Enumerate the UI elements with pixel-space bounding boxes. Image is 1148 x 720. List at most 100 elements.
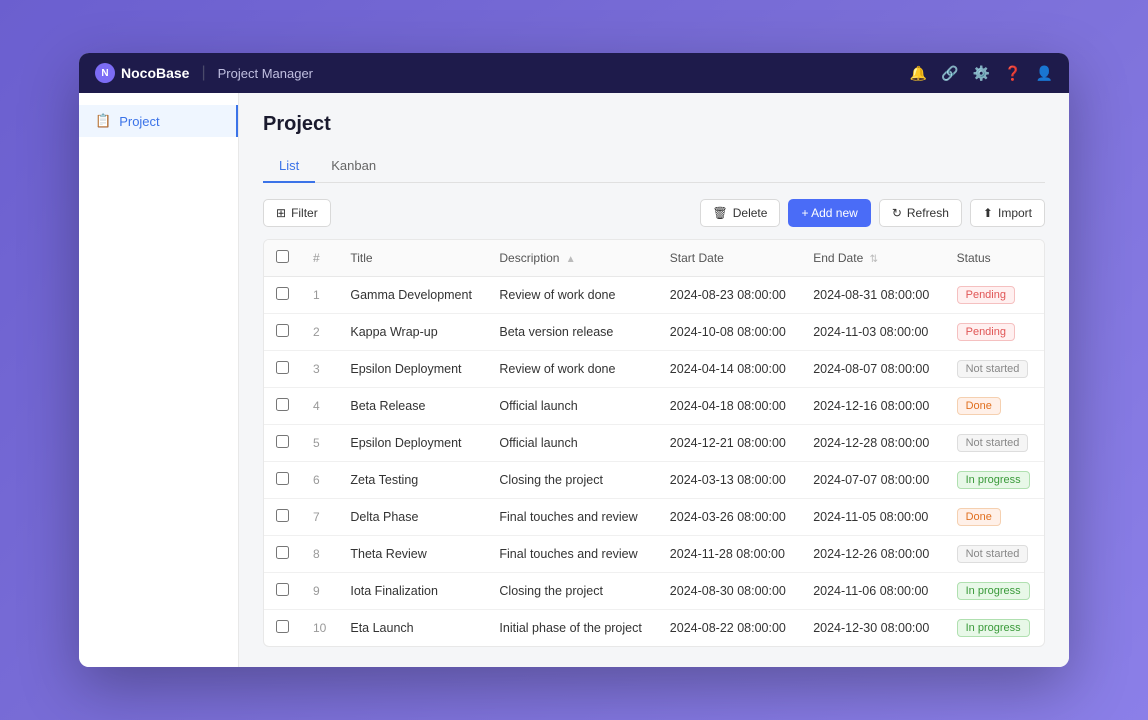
row-end-date: 2024-07-07 08:00:00 bbox=[801, 462, 944, 499]
row-checkbox[interactable] bbox=[276, 620, 289, 633]
row-description: Final touches and review bbox=[487, 536, 657, 573]
row-description: Initial phase of the project bbox=[487, 610, 657, 647]
row-start-date: 2024-12-21 08:00:00 bbox=[658, 425, 801, 462]
row-checkbox-cell bbox=[264, 536, 301, 573]
row-number: 4 bbox=[301, 388, 338, 425]
row-status: In progress bbox=[945, 462, 1044, 499]
table-row: 2 Kappa Wrap-up Beta version release 202… bbox=[264, 314, 1044, 351]
tab-list[interactable]: List bbox=[263, 150, 315, 183]
row-checkbox[interactable] bbox=[276, 287, 289, 300]
row-number: 7 bbox=[301, 499, 338, 536]
main-layout: 📋 Project Project List Kanban ⊞ Filter bbox=[79, 93, 1069, 667]
refresh-label: Refresh bbox=[907, 206, 949, 220]
add-new-button[interactable]: + Add new bbox=[788, 199, 870, 227]
app-name: Project Manager bbox=[218, 66, 313, 81]
row-start-date: 2024-04-14 08:00:00 bbox=[658, 351, 801, 388]
row-checkbox-cell bbox=[264, 277, 301, 314]
row-end-date: 2024-08-31 08:00:00 bbox=[801, 277, 944, 314]
row-checkbox-cell bbox=[264, 388, 301, 425]
row-checkbox[interactable] bbox=[276, 509, 289, 522]
row-checkbox[interactable] bbox=[276, 361, 289, 374]
toolbar: ⊞ Filter 🗑 Delete + Add new ↻ Refresh bbox=[263, 199, 1045, 227]
delete-icon: 🗑 bbox=[713, 206, 728, 220]
import-label: Import bbox=[998, 206, 1032, 220]
bell-icon[interactable]: 🔔 bbox=[910, 65, 927, 82]
project-icon: 📋 bbox=[95, 113, 111, 129]
status-badge: In progress bbox=[957, 582, 1030, 600]
import-button[interactable]: ⬆ Import bbox=[970, 199, 1045, 227]
table-row: 8 Theta Review Final touches and review … bbox=[264, 536, 1044, 573]
row-checkbox[interactable] bbox=[276, 472, 289, 485]
sidebar: 📋 Project bbox=[79, 93, 239, 667]
row-start-date: 2024-08-22 08:00:00 bbox=[658, 610, 801, 647]
header-end-date[interactable]: End Date ⇅ bbox=[801, 240, 944, 277]
delete-label: Delete bbox=[733, 206, 768, 220]
row-start-date: 2024-04-18 08:00:00 bbox=[658, 388, 801, 425]
row-end-date: 2024-12-28 08:00:00 bbox=[801, 425, 944, 462]
row-status: Done bbox=[945, 499, 1044, 536]
header-description[interactable]: Description ▲ bbox=[487, 240, 657, 277]
sidebar-item-label: Project bbox=[119, 114, 159, 129]
refresh-button[interactable]: ↻ Refresh bbox=[879, 199, 962, 227]
row-checkbox[interactable] bbox=[276, 398, 289, 411]
row-number: 9 bbox=[301, 573, 338, 610]
help-icon[interactable]: ❓ bbox=[1004, 65, 1021, 82]
row-start-date: 2024-08-30 08:00:00 bbox=[658, 573, 801, 610]
sort-icon: ▲ bbox=[566, 254, 576, 265]
table-row: 3 Epsilon Deployment Review of work done… bbox=[264, 351, 1044, 388]
row-title: Beta Release bbox=[338, 388, 487, 425]
settings-icon[interactable]: ⚙️ bbox=[973, 65, 990, 82]
row-checkbox-cell bbox=[264, 610, 301, 647]
table-header-row: # Title Description ▲ Start Date End Dat… bbox=[264, 240, 1044, 277]
row-status: Not started bbox=[945, 536, 1044, 573]
row-description: Official launch bbox=[487, 388, 657, 425]
delete-button[interactable]: 🗑 Delete bbox=[700, 199, 781, 227]
row-title: Epsilon Deployment bbox=[338, 425, 487, 462]
row-title: Gamma Development bbox=[338, 277, 487, 314]
row-title: Iota Finalization bbox=[338, 573, 487, 610]
table-row: 1 Gamma Development Review of work done … bbox=[264, 277, 1044, 314]
status-badge: Not started bbox=[957, 434, 1029, 452]
status-badge: Pending bbox=[957, 286, 1015, 304]
row-status: Pending bbox=[945, 314, 1044, 351]
row-end-date: 2024-12-26 08:00:00 bbox=[801, 536, 944, 573]
header-title: Title bbox=[338, 240, 487, 277]
row-checkbox-cell bbox=[264, 573, 301, 610]
link-icon[interactable]: 🔗 bbox=[941, 65, 958, 82]
row-start-date: 2024-11-28 08:00:00 bbox=[658, 536, 801, 573]
select-all-checkbox[interactable] bbox=[276, 250, 289, 263]
row-checkbox[interactable] bbox=[276, 546, 289, 559]
row-number: 5 bbox=[301, 425, 338, 462]
user-icon[interactable]: 👤 bbox=[1036, 65, 1053, 82]
row-end-date: 2024-08-07 08:00:00 bbox=[801, 351, 944, 388]
table-row: 5 Epsilon Deployment Official launch 202… bbox=[264, 425, 1044, 462]
row-title: Theta Review bbox=[338, 536, 487, 573]
row-title: Eta Launch bbox=[338, 610, 487, 647]
row-checkbox[interactable] bbox=[276, 324, 289, 337]
status-badge: Not started bbox=[957, 545, 1029, 563]
tab-kanban[interactable]: Kanban bbox=[315, 150, 392, 183]
add-new-label: + Add new bbox=[801, 206, 857, 220]
row-title: Epsilon Deployment bbox=[338, 351, 487, 388]
filter-icon: ⊞ bbox=[276, 206, 286, 220]
row-checkbox-cell bbox=[264, 314, 301, 351]
status-badge: Done bbox=[957, 397, 1001, 415]
sidebar-item-project[interactable]: 📋 Project bbox=[79, 105, 238, 137]
row-end-date: 2024-11-05 08:00:00 bbox=[801, 499, 944, 536]
row-status: Pending bbox=[945, 277, 1044, 314]
row-number: 10 bbox=[301, 610, 338, 647]
row-status: Done bbox=[945, 388, 1044, 425]
filter-button[interactable]: ⊞ Filter bbox=[263, 199, 331, 227]
row-checkbox[interactable] bbox=[276, 435, 289, 448]
table-row: 6 Zeta Testing Closing the project 2024-… bbox=[264, 462, 1044, 499]
top-navigation: N NocoBase | Project Manager 🔔 🔗 ⚙️ ❓ 👤 bbox=[79, 53, 1069, 93]
row-status: Not started bbox=[945, 351, 1044, 388]
table-row: 9 Iota Finalization Closing the project … bbox=[264, 573, 1044, 610]
row-number: 8 bbox=[301, 536, 338, 573]
table-row: 10 Eta Launch Initial phase of the proje… bbox=[264, 610, 1044, 647]
row-checkbox-cell bbox=[264, 499, 301, 536]
table-row: 4 Beta Release Official launch 2024-04-1… bbox=[264, 388, 1044, 425]
header-start-date: Start Date bbox=[658, 240, 801, 277]
row-checkbox[interactable] bbox=[276, 583, 289, 596]
row-end-date: 2024-12-16 08:00:00 bbox=[801, 388, 944, 425]
